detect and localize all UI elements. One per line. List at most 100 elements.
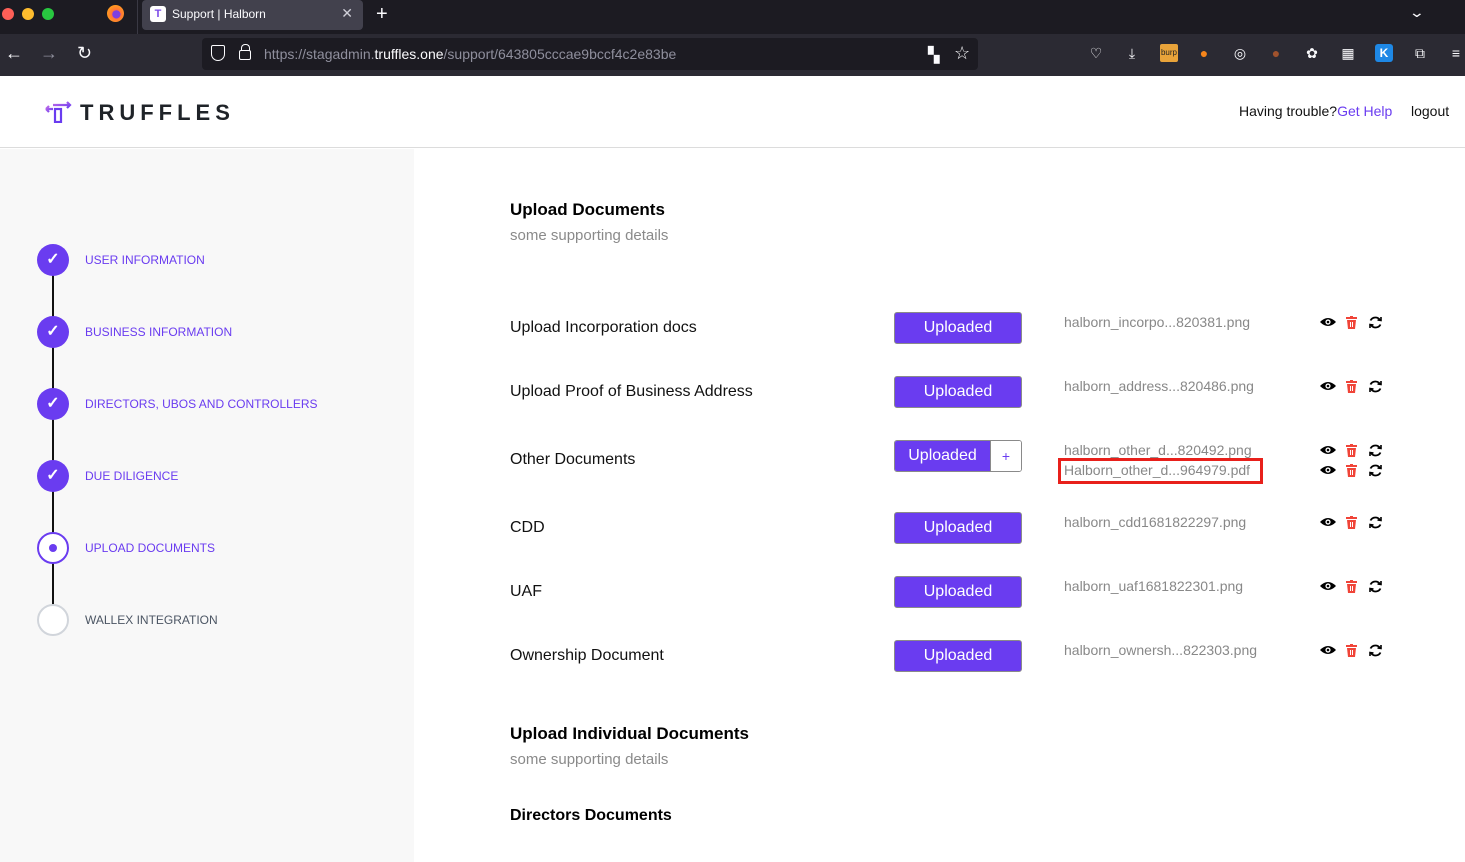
trash-icon[interactable] (1346, 464, 1357, 477)
step-business-information[interactable]: ✓ BUSINESS INFORMATION (37, 316, 357, 348)
new-tab-button[interactable]: + (376, 3, 388, 26)
step-directors-ubos-controllers[interactable]: ✓ DIRECTORS, UBOS AND CONTROLLERS (37, 388, 357, 420)
pocket-icon[interactable]: ♡ (1087, 44, 1105, 62)
eye-icon[interactable] (1320, 465, 1336, 475)
eye-icon[interactable] (1320, 445, 1336, 455)
check-icon: ✓ (37, 316, 69, 348)
uploaded-button-other[interactable]: Uploaded (895, 441, 990, 471)
file-name[interactable]: halborn_uaf1681822301.png (1064, 578, 1243, 594)
step-wallex-integration[interactable]: WALLEX INTEGRATION (37, 604, 357, 636)
url-text[interactable]: https://stagadmin.truffles.one/support/6… (264, 46, 676, 62)
url-host: truffles.one (374, 46, 444, 62)
uploaded-button-cdd[interactable]: Uploaded (894, 512, 1022, 544)
tab-favicon-icon: T (150, 6, 166, 22)
file-name[interactable]: halborn_incorpo...820381.png (1064, 314, 1250, 330)
grid-plus-icon[interactable]: ▦ (1339, 44, 1357, 62)
tab-close-icon[interactable]: ✕ (341, 5, 353, 22)
trash-icon[interactable] (1346, 444, 1357, 457)
k-extension-icon[interactable]: K (1375, 44, 1393, 62)
eye-icon[interactable] (1320, 381, 1336, 391)
active-dot-icon (37, 532, 69, 564)
trash-icon[interactable] (1346, 316, 1357, 329)
browser-nav-bar: ← → ↻ https://stagadmin.truffles.one/sup… (0, 34, 1465, 76)
url-bar[interactable]: https://stagadmin.truffles.one/support/6… (202, 38, 978, 70)
bookmark-star-icon[interactable]: ☆ (954, 43, 970, 64)
tab-title: Support | Halborn (172, 7, 266, 21)
file-name[interactable]: halborn_address...820486.png (1064, 378, 1254, 394)
step-label: WALLEX INTEGRATION (85, 613, 218, 627)
uploaded-button-business-address[interactable]: Uploaded (894, 376, 1022, 408)
upload-documents-subtitle: some supporting details (510, 227, 669, 244)
lock-icon[interactable] (239, 44, 251, 60)
extension-swirl-icon[interactable]: ◎ (1231, 44, 1249, 62)
menu-icon[interactable]: ≡ (1447, 44, 1465, 62)
file-name[interactable]: halborn_ownersh...822303.png (1064, 642, 1257, 658)
check-icon: ✓ (37, 460, 69, 492)
back-button[interactable]: ← (5, 43, 23, 64)
uploaded-button-incorporation[interactable]: Uploaded (894, 312, 1022, 344)
pending-circle-icon (37, 604, 69, 636)
file-name[interactable]: halborn_other_d...820492.png (1064, 442, 1252, 458)
directors-documents-title: Directors Documents (510, 807, 672, 824)
doc-label-business-address: Upload Proof of Business Address (510, 383, 753, 400)
trash-icon[interactable] (1346, 580, 1357, 593)
qr-code-icon[interactable]: ▚ (928, 46, 940, 64)
extensions-puzzle-icon[interactable]: ⧉ (1411, 44, 1429, 62)
step-label: USER INFORMATION (85, 253, 205, 267)
refresh-icon[interactable] (1368, 315, 1383, 330)
step-upload-documents[interactable]: UPLOAD DOCUMENTS (37, 532, 357, 564)
browser-tab-bar: T Support | Halborn ✕ + ⌄ (0, 0, 1465, 34)
trash-icon[interactable] (1346, 516, 1357, 529)
url-prefix: https://stagadmin. (264, 46, 375, 62)
window-close-button[interactable] (2, 8, 14, 20)
logout-link[interactable]: logout (1411, 103, 1449, 119)
upload-documents-title: Upload Documents (510, 200, 665, 219)
step-user-information[interactable]: ✓ USER INFORMATION (37, 244, 357, 276)
doc-label-ownership: Ownership Document (510, 647, 664, 664)
uploaded-button-ownership[interactable]: Uploaded (894, 640, 1022, 672)
reload-button[interactable]: ↻ (77, 43, 92, 64)
window-maximize-button[interactable] (42, 8, 54, 20)
cookie-editor-icon[interactable]: ✿ (1303, 44, 1321, 62)
tab-separator (137, 0, 138, 34)
file-name[interactable]: halborn_cdd1681822297.png (1064, 514, 1246, 530)
refresh-icon[interactable] (1368, 515, 1383, 530)
firefox-icon[interactable] (107, 5, 124, 22)
eye-icon[interactable] (1320, 317, 1336, 327)
step-label: UPLOAD DOCUMENTS (85, 541, 216, 555)
trash-icon[interactable] (1346, 644, 1357, 657)
step-label: DIRECTORS, UBOS AND CONTROLLERS (85, 397, 318, 411)
chevron-down-icon[interactable]: ⌄ (1409, 4, 1425, 21)
refresh-icon[interactable] (1368, 463, 1383, 478)
logo-text[interactable]: TRUFFLES (80, 100, 235, 126)
truffles-logo-icon[interactable] (45, 101, 73, 123)
step-label: BUSINESS INFORMATION (85, 325, 233, 339)
app-header: TRUFFLES Having trouble?Get Help logout (0, 76, 1465, 148)
doc-label-other-documents: Other Documents (510, 451, 636, 468)
refresh-icon[interactable] (1368, 379, 1383, 394)
help-text: Having trouble?Get Help (1239, 103, 1392, 119)
eye-icon[interactable] (1320, 581, 1336, 591)
step-due-diligence[interactable]: ✓ DUE DILIGENCE (37, 460, 357, 492)
eye-icon[interactable] (1320, 645, 1336, 655)
cookie-icon[interactable]: ● (1267, 44, 1285, 62)
shield-icon[interactable] (211, 45, 225, 61)
uploaded-button-uaf[interactable]: Uploaded (894, 576, 1022, 608)
add-file-button[interactable]: + (990, 441, 1021, 471)
burp-icon[interactable]: burp (1160, 44, 1178, 62)
get-help-link[interactable]: Get Help (1337, 103, 1392, 119)
refresh-icon[interactable] (1368, 643, 1383, 658)
individual-documents-title: Upload Individual Documents (510, 724, 749, 743)
metamask-icon[interactable]: ● (1195, 44, 1213, 62)
highlight-annotation-box (1058, 458, 1263, 484)
refresh-icon[interactable] (1368, 443, 1383, 458)
trash-icon[interactable] (1346, 380, 1357, 393)
refresh-icon[interactable] (1368, 579, 1383, 594)
eye-icon[interactable] (1320, 517, 1336, 527)
download-icon[interactable]: ⤓ (1123, 44, 1141, 62)
help-prefix: Having trouble? (1239, 103, 1338, 119)
window-minimize-button[interactable] (22, 8, 34, 20)
sidebar-stepper: ✓ USER INFORMATION ✓ BUSINESS INFORMATIO… (0, 149, 414, 862)
browser-tab[interactable]: T Support | Halborn ✕ (142, 0, 363, 30)
forward-button[interactable]: → (40, 43, 58, 64)
